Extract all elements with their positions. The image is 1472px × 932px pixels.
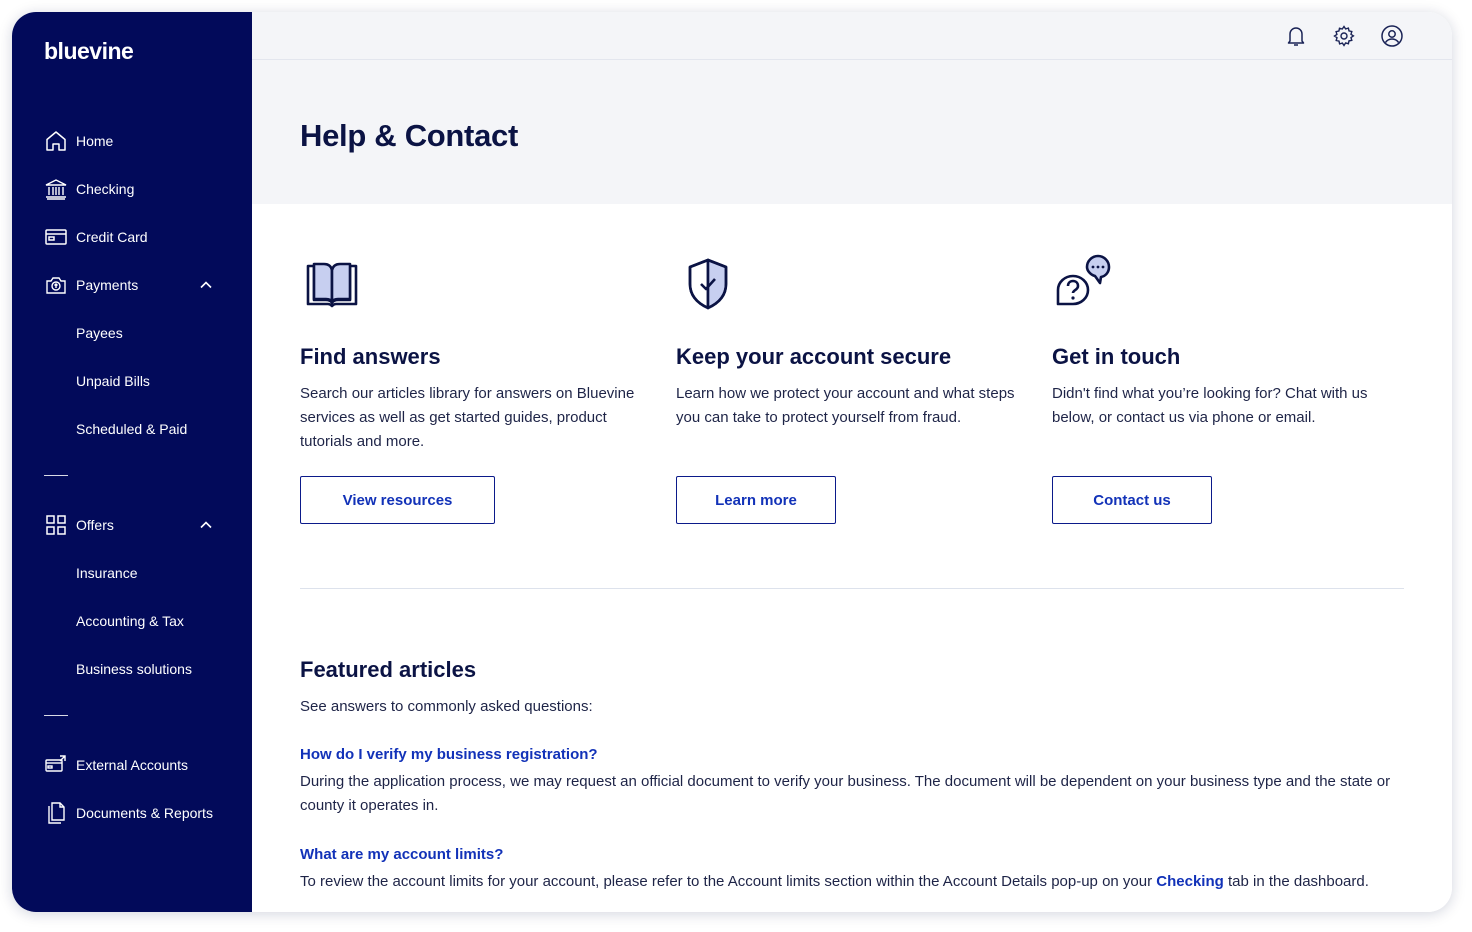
article-question-link[interactable]: What are my account limits? <box>300 846 503 863</box>
view-resources-button[interactable]: View resources <box>300 476 495 524</box>
sidebar-item-business-solutions[interactable]: Business solutions <box>12 649 252 689</box>
payments-icon <box>44 273 68 297</box>
sidebar-item-insurance[interactable]: Insurance <box>12 553 252 593</box>
sidebar-item-documents-reports[interactable]: Documents & Reports <box>12 793 252 833</box>
sidebar-item-checking[interactable]: Checking <box>12 169 252 209</box>
app-window: bluevine Home Checking Credit Card Payme… <box>12 12 1452 912</box>
book-icon <box>300 252 364 316</box>
title-band: Help & Contact <box>252 60 1452 204</box>
sidebar-item-external-accounts[interactable]: External Accounts <box>12 745 252 785</box>
sidebar: bluevine Home Checking Credit Card Payme… <box>12 12 252 912</box>
contact-us-button[interactable]: Contact us <box>1052 476 1212 524</box>
main-content: Help & Contact Find answers Search our a… <box>252 12 1452 912</box>
bank-icon <box>44 177 68 201</box>
card-description: Learn how we protect your account and wh… <box>676 385 1015 426</box>
sidebar-item-label: Payees <box>76 325 123 341</box>
sidebar-item-label: Checking <box>76 181 135 197</box>
learn-more-button[interactable]: Learn more <box>676 476 836 524</box>
sidebar-item-label: Unpaid Bills <box>76 373 150 389</box>
sidebar-item-label: Accounting & Tax <box>76 613 184 629</box>
article-question-link[interactable]: How do I verify my business registration… <box>300 746 598 763</box>
answer-text: To review the account limits for your ac… <box>300 873 1157 890</box>
sidebar-item-label: Home <box>76 133 114 149</box>
card-description: Search our articles library for answers … <box>300 385 635 450</box>
sidebar-item-label: Business solutions <box>76 661 192 677</box>
sidebar-item-label: Insurance <box>76 565 138 581</box>
featured-articles-subtitle: See answers to commonly asked questions: <box>300 698 593 715</box>
sidebar-item-credit-card[interactable]: Credit Card <box>12 217 252 257</box>
card-title: Get in touch <box>1052 344 1181 369</box>
sidebar-item-home[interactable]: Home <box>12 121 252 161</box>
section-divider <box>300 588 1404 589</box>
featured-articles-title: Featured articles <box>300 657 477 682</box>
chat-question-icon <box>1052 252 1116 316</box>
gear-icon[interactable] <box>1332 24 1356 48</box>
user-icon[interactable] <box>1380 24 1404 48</box>
shield-check-icon <box>676 252 740 316</box>
card-title: Keep your account secure <box>676 344 952 369</box>
answer-text: tab in the dashboard. <box>1223 873 1369 890</box>
sidebar-item-label: Documents & Reports <box>76 805 213 821</box>
article-answer: To review the account limits for your ac… <box>300 870 1400 894</box>
checking-link[interactable]: Checking <box>1156 873 1224 890</box>
sidebar-item-payees[interactable]: Payees <box>12 313 252 353</box>
documents-icon <box>44 801 68 825</box>
sidebar-item-offers[interactable]: Offers <box>12 505 252 545</box>
sidebar-item-unpaid-bills[interactable]: Unpaid Bills <box>12 361 252 401</box>
bell-icon[interactable] <box>1284 24 1308 48</box>
page-title: Help & Contact <box>300 118 518 153</box>
sidebar-item-label: Offers <box>76 517 114 533</box>
top-bar <box>252 12 1452 60</box>
external-accounts-icon <box>44 753 68 777</box>
sidebar-item-scheduled-paid[interactable]: Scheduled & Paid <box>12 409 252 449</box>
credit-card-icon <box>44 225 68 249</box>
sidebar-item-label: Payments <box>76 277 139 293</box>
chevron-up-icon[interactable] <box>198 277 214 293</box>
sidebar-divider <box>44 715 68 716</box>
grid-icon <box>44 513 68 537</box>
sidebar-item-payments[interactable]: Payments <box>12 265 252 305</box>
card-title: Find answers <box>300 344 441 369</box>
article-answer: During the application process, we may r… <box>300 773 1391 814</box>
home-icon <box>44 129 68 153</box>
sidebar-item-accounting-tax[interactable]: Accounting & Tax <box>12 601 252 641</box>
sidebar-item-label: External Accounts <box>76 757 189 773</box>
sidebar-item-label: Scheduled & Paid <box>76 421 188 437</box>
bluevine-logo[interactable]: bluevine <box>44 38 134 65</box>
card-description: Didn't find what you’re looking for? Cha… <box>1052 385 1368 426</box>
sidebar-divider <box>44 475 68 476</box>
chevron-up-icon[interactable] <box>198 517 214 533</box>
sidebar-item-label: Credit Card <box>76 229 148 245</box>
